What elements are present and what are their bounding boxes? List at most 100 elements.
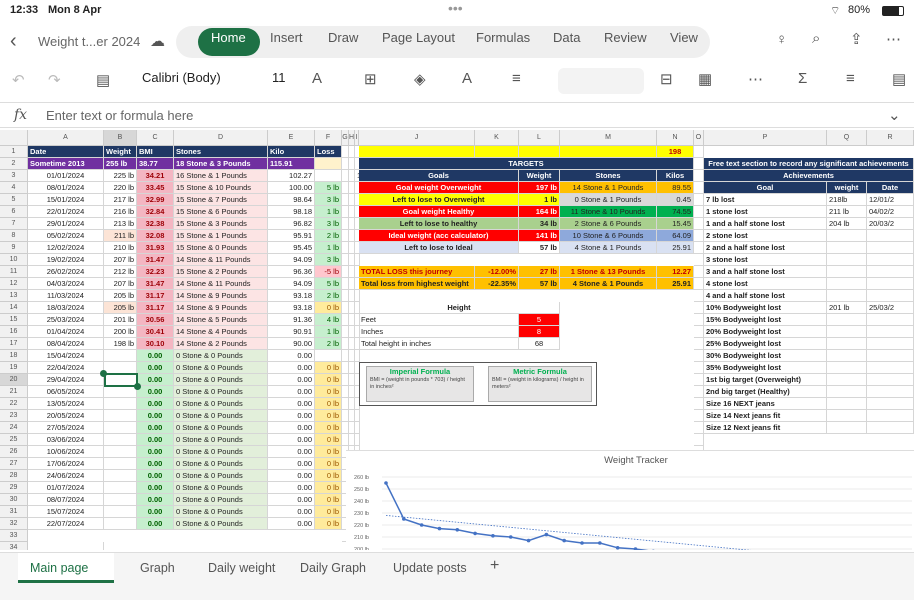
date-cell[interactable]: 22/01/2024 — [28, 206, 104, 218]
kilo-cell[interactable]: 93.18 — [268, 290, 315, 302]
row-header[interactable]: 15 — [0, 314, 28, 326]
loss-cell[interactable]: 0 lb — [315, 398, 342, 410]
achievement-weight-cell[interactable] — [827, 362, 867, 374]
column-header[interactable]: F — [315, 130, 342, 146]
weight-cell[interactable] — [104, 494, 137, 506]
stones-cell[interactable]: 15 Stone & 7 Pounds — [174, 194, 268, 206]
date-cell[interactable]: 01/01/2024 — [28, 170, 104, 182]
kilo-cell[interactable]: 95.45 — [268, 242, 315, 254]
achievement-date-cell[interactable]: 04/02/2 — [867, 206, 914, 218]
stones-cell[interactable]: 0 Stone & 0 Pounds — [174, 350, 268, 362]
target-stones-cell[interactable]: 11 Stone & 10 Pounds — [560, 206, 657, 218]
targets-header[interactable]: Weight — [519, 170, 560, 182]
kilo-cell[interactable]: 91.36 — [268, 314, 315, 326]
spreadsheet-grid[interactable]: A B C D E F G H I J K L M N O P Q R 1 2 3 4 5 6 7 8 9 10 11 12 13 14 15 1… — [0, 130, 914, 550]
sheet-tab-main-page[interactable]: Main page — [30, 561, 88, 575]
date-cell[interactable]: 15/07/2024 — [28, 506, 104, 518]
kilo-cell[interactable]: 0.00 — [268, 398, 315, 410]
loss-cell[interactable]: 2 lb — [315, 290, 342, 302]
achievement-goal-cell[interactable]: 10% Bodyweight lost — [704, 302, 827, 314]
total-weight-cell[interactable]: 27 lb — [519, 266, 560, 278]
weight-cell[interactable]: 212 lb — [104, 266, 137, 278]
column-header[interactable]: N — [657, 130, 694, 146]
achievement-weight-cell[interactable] — [827, 326, 867, 338]
date-cell[interactable]: 01/04/2024 — [28, 326, 104, 338]
stones-cell[interactable]: 14 Stone & 4 Pounds — [174, 326, 268, 338]
achievement-date-cell[interactable]: 20/03/2 — [867, 218, 914, 230]
blank-cell[interactable] — [342, 242, 349, 254]
loss-cell[interactable] — [315, 350, 342, 362]
achievement-goal-cell[interactable]: 4 stone lost — [704, 278, 827, 290]
add-sheet-icon[interactable]: + — [490, 557, 499, 575]
redo-icon[interactable]: ↷ — [48, 71, 61, 89]
blank-cell[interactable] — [694, 242, 704, 254]
blank-cell[interactable] — [694, 374, 704, 386]
blank-cell[interactable] — [694, 170, 704, 182]
row-header[interactable]: 25 — [0, 434, 28, 446]
target-weight-cell[interactable]: 197 lb — [519, 182, 560, 194]
date-cell[interactable]: 08/04/2024 — [28, 338, 104, 350]
feet-value[interactable]: 5 — [519, 314, 560, 326]
bmi-cell[interactable]: 0.00 — [137, 362, 174, 374]
stones-cell[interactable]: 15 Stone & 1 Pounds — [174, 230, 268, 242]
weight-cell[interactable]: 205 lb — [104, 302, 137, 314]
achievement-date-cell[interactable] — [867, 242, 914, 254]
column-header[interactable]: G — [342, 130, 349, 146]
achievement-goal-cell[interactable]: 1st big target (Overweight) — [704, 374, 827, 386]
kilo-cell[interactable]: 0.00 — [268, 434, 315, 446]
stones-cell[interactable]: 14 Stone & 9 Pounds — [174, 290, 268, 302]
row-header[interactable]: 13 — [0, 290, 28, 302]
cloud-sync-icon[interactable]: ☁ — [150, 32, 165, 50]
undo-icon[interactable]: ↶ — [12, 71, 25, 89]
blank-cell[interactable] — [342, 374, 349, 386]
loss-cell[interactable]: 4 lb — [315, 314, 342, 326]
bmi-cell[interactable]: 30.56 — [137, 314, 174, 326]
blank-cell[interactable] — [342, 206, 349, 218]
achievement-weight-cell[interactable]: 218lb — [827, 194, 867, 206]
loss-cell[interactable]: 0 lb — [315, 302, 342, 314]
date-cell[interactable]: 25/03/2024 — [28, 314, 104, 326]
kilo-cell[interactable]: 98.64 — [268, 194, 315, 206]
blank-cell[interactable] — [342, 254, 349, 266]
target-stones-cell[interactable]: 10 Stone & 6 Pounds — [560, 230, 657, 242]
bmi-cell[interactable]: 0.00 — [137, 398, 174, 410]
blank-cell[interactable] — [342, 314, 349, 326]
height-title[interactable]: Height — [359, 302, 560, 314]
total-label-cell[interactable]: Total loss from highest weight — [359, 278, 475, 290]
targets-header[interactable]: Kilos — [657, 170, 694, 182]
main-header-cell[interactable]: Weight — [104, 146, 137, 158]
date-cell[interactable]: 08/07/2024 — [28, 494, 104, 506]
row-header[interactable]: 23 — [0, 410, 28, 422]
date-cell[interactable]: 12/02/2024 — [28, 242, 104, 254]
target-kilos-cell[interactable]: 74.55 — [657, 206, 694, 218]
loss-cell[interactable]: 0 lb — [315, 434, 342, 446]
fill-color-icon[interactable]: ◈ — [414, 70, 426, 88]
total-percent-cell[interactable]: -22.35% — [475, 278, 519, 290]
blank-cell[interactable] — [355, 434, 360, 446]
target-goal-cell[interactable]: Left to lose to healthy — [359, 218, 519, 230]
more-icon[interactable]: ⋯ — [886, 30, 901, 48]
row-header[interactable]: 12 — [0, 278, 28, 290]
stones-cell[interactable]: 15 Stone & 0 Pounds — [174, 242, 268, 254]
achievement-date-cell[interactable] — [867, 290, 914, 302]
row-header[interactable]: 2 — [0, 158, 28, 170]
row-header[interactable]: 24 — [0, 422, 28, 434]
achievement-weight-cell[interactable] — [827, 290, 867, 302]
date-cell[interactable]: 29/01/2024 — [28, 218, 104, 230]
row-header[interactable]: 18 — [0, 350, 28, 362]
targets-header[interactable]: Stones — [560, 170, 657, 182]
bmi-cell[interactable]: 31.93 — [137, 242, 174, 254]
stones-cell[interactable]: 14 Stone & 5 Pounds — [174, 314, 268, 326]
blank-cell[interactable] — [342, 350, 349, 362]
kilo-cell[interactable]: 0.00 — [268, 362, 315, 374]
achievement-date-cell[interactable] — [867, 410, 914, 422]
row-header[interactable]: 4 — [0, 182, 28, 194]
achievements-header[interactable]: Goal — [704, 182, 827, 194]
achievement-weight-cell[interactable] — [827, 254, 867, 266]
blank-cell[interactable] — [694, 410, 704, 422]
blank-cell[interactable] — [342, 278, 349, 290]
achievement-date-cell[interactable] — [867, 230, 914, 242]
blank-cell[interactable] — [355, 410, 360, 422]
chevron-down-icon[interactable]: ⌄ — [888, 106, 901, 124]
stones-cell[interactable]: 15 Stone & 10 Pounds — [174, 182, 268, 194]
